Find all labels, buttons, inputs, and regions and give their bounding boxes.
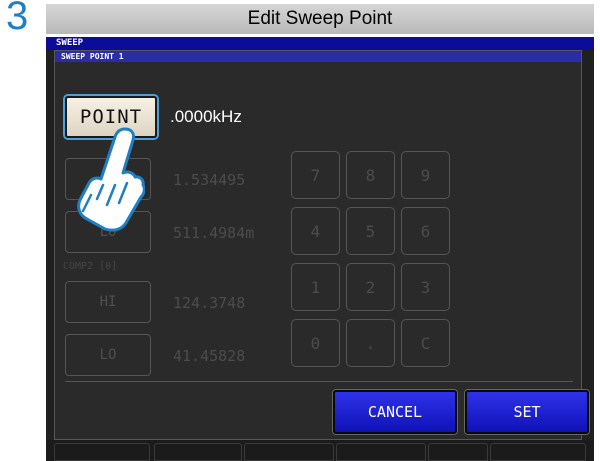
set-button[interactable]: SET: [465, 390, 589, 434]
bottom-function-bar: [46, 440, 594, 461]
dialog-header: SWEEP POINT 1: [55, 51, 581, 62]
comp2-hi-button[interactable]: HI: [65, 281, 151, 323]
keypad-key-7[interactable]: 7: [291, 151, 340, 199]
bottom-tab[interactable]: [54, 443, 150, 461]
divider: [65, 381, 573, 382]
comp1-lo-value: 511.4984m: [173, 224, 255, 242]
frequency-value: .0000kHz: [170, 107, 242, 126]
keypad-key-1[interactable]: 1: [291, 263, 340, 311]
bottom-tab[interactable]: [336, 443, 426, 461]
keypad-key-6[interactable]: 6: [401, 207, 450, 255]
bottom-tab[interactable]: [154, 443, 242, 461]
instrument-screen: SWEEP SWEEP POINT 1 POINT .0000kHz 1.534…: [46, 37, 594, 461]
sweep-point-dialog: SWEEP POINT 1 POINT .0000kHz 1.534495 LO…: [54, 50, 589, 440]
bottom-tab[interactable]: [428, 443, 488, 461]
keypad-key-5[interactable]: 5: [346, 207, 395, 255]
keypad-key-0[interactable]: 0: [291, 319, 340, 367]
keypad-key-3[interactable]: 3: [401, 263, 450, 311]
bottom-tab[interactable]: [490, 443, 586, 461]
step-number: 3: [6, 0, 29, 38]
bottom-tab[interactable]: [244, 443, 334, 461]
keypad-key-clear[interactable]: C: [401, 319, 450, 367]
comp2-lo-button[interactable]: LO: [65, 334, 151, 376]
comp1-hi-value: 1.534495: [173, 171, 246, 189]
mode-header: SWEEP: [46, 37, 594, 50]
keypad-key-4[interactable]: 4: [291, 207, 340, 255]
keypad-key-2[interactable]: 2: [346, 263, 395, 311]
comp2-label: COMP2 [θ]: [63, 261, 118, 272]
keypad-key-8[interactable]: 8: [346, 151, 395, 199]
comp2-lo-value: 41.45828: [173, 347, 246, 365]
cancel-button[interactable]: CANCEL: [333, 390, 457, 434]
keypad-key-9[interactable]: 9: [401, 151, 450, 199]
comp2-hi-value: 124.3748: [173, 294, 246, 312]
pointing-hand-icon: [77, 127, 145, 232]
keypad-key-decimal[interactable]: .: [346, 319, 395, 367]
window-title: Edit Sweep Point: [46, 4, 594, 34]
